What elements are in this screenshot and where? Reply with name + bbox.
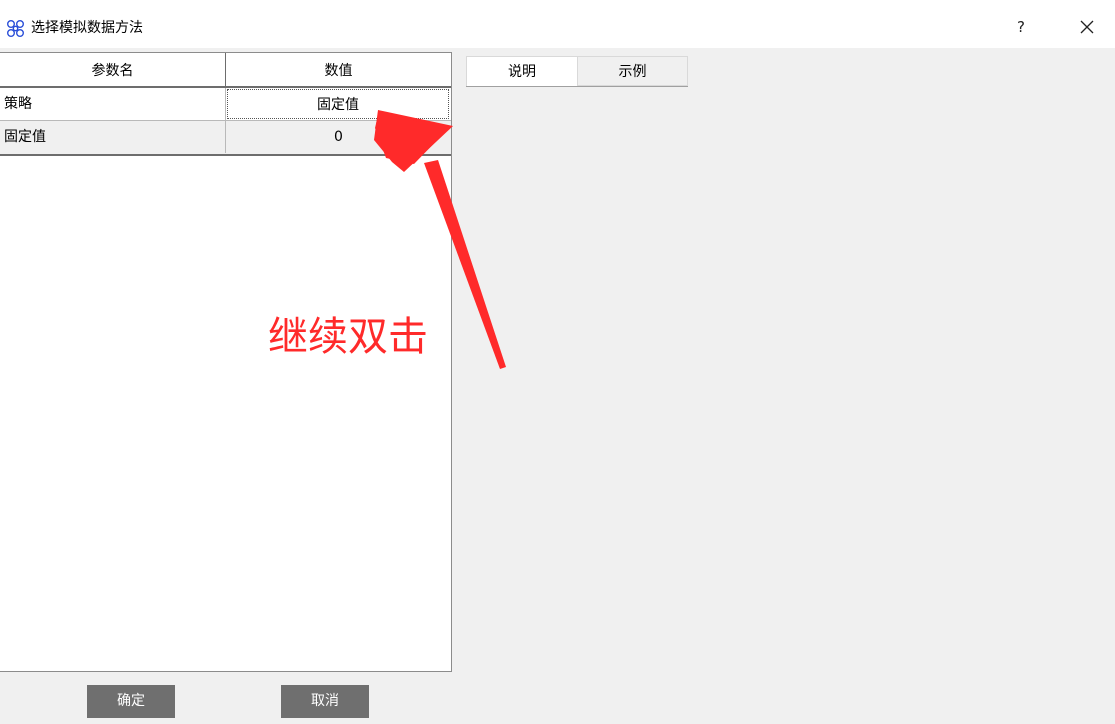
- column-header-value[interactable]: 数值: [226, 53, 451, 86]
- app-icon: [6, 19, 26, 39]
- tab-description[interactable]: 说明: [466, 56, 578, 87]
- info-tabs: 说明 示例: [466, 56, 688, 88]
- cancel-button[interactable]: 取消: [281, 685, 369, 718]
- param-value-cell[interactable]: 0: [226, 121, 451, 153]
- annotation-text: 继续双击: [268, 314, 428, 360]
- column-header-param-name[interactable]: 参数名: [0, 53, 226, 86]
- table-row[interactable]: 固定值 0: [0, 121, 451, 156]
- tab-divider: [466, 86, 688, 87]
- table-row[interactable]: 策略 固定值: [0, 88, 451, 121]
- dialog-window: 选择模拟数据方法 ? 参数名 数值 策略 固定值 固定值 0 说明 示例 确定 …: [0, 0, 1115, 724]
- close-icon: [1080, 20, 1094, 34]
- help-button[interactable]: ?: [1008, 14, 1034, 40]
- ok-button[interactable]: 确定: [87, 685, 175, 718]
- title-bar: 选择模拟数据方法 ?: [0, 0, 1115, 48]
- table-header: 参数名 数值: [0, 53, 451, 88]
- param-name-cell[interactable]: 策略: [0, 88, 226, 120]
- close-button[interactable]: [1074, 14, 1100, 40]
- window-title: 选择模拟数据方法: [31, 20, 143, 36]
- param-name-cell[interactable]: 固定值: [0, 121, 226, 153]
- param-value-cell[interactable]: 固定值: [227, 89, 449, 119]
- tab-example[interactable]: 示例: [578, 56, 688, 86]
